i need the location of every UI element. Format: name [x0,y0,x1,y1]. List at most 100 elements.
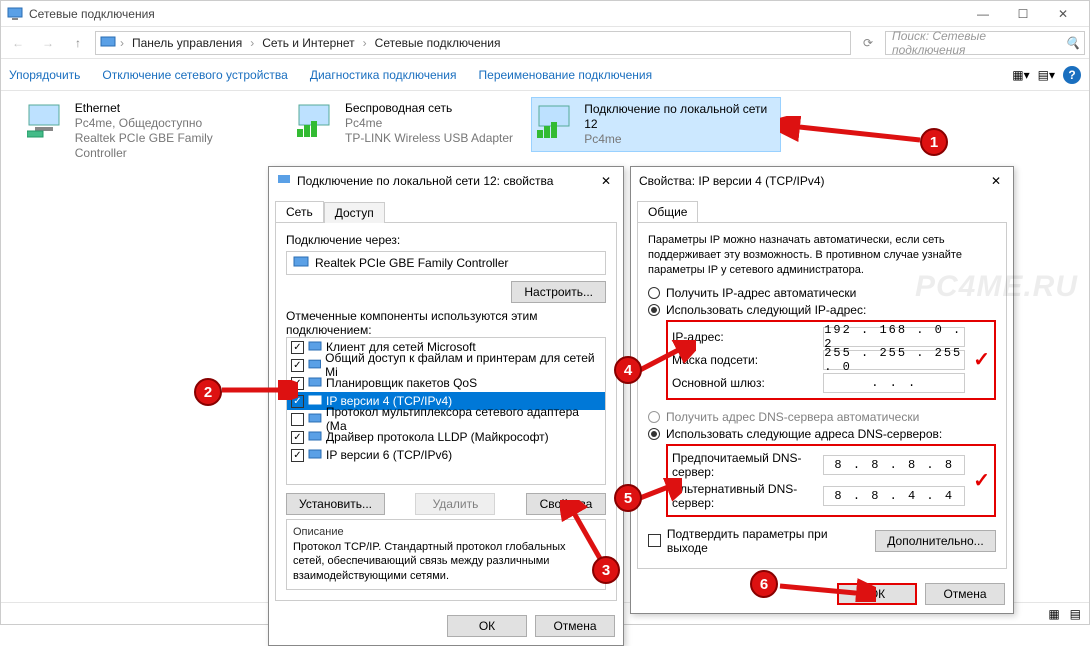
dialog-titlebar: Подключение по локальной сети 12: свойст… [269,167,623,195]
cancel-button[interactable]: Отмена [925,583,1005,605]
annotation-6: 6 [750,570,778,598]
adapter-icon [295,101,339,141]
component-item[interactable]: ✓Общий доступ к файлам и принтерам для с… [287,356,605,374]
tab-access[interactable]: Доступ [324,202,385,223]
arrow-6 [776,578,876,602]
intro-text: Параметры IP можно назначать автоматичес… [648,233,996,278]
refresh-button[interactable]: ⟳ [855,31,881,55]
remove-button: Удалить [415,493,495,515]
back-button[interactable]: ← [5,31,31,55]
install-button[interactable]: Установить... [286,493,385,515]
validate-checkbox[interactable] [648,534,661,547]
connection-device: TP-LINK Wireless USB Adapter [345,131,513,146]
network-icon [100,35,116,51]
close-button[interactable]: ✕ [987,172,1005,190]
connection-status: Pc4me [345,116,513,131]
component-checkbox[interactable]: ✓ [291,359,304,372]
diagnose[interactable]: Диагностика подключения [310,68,457,82]
dns2-label: Альтернативный DNS-сервер: [672,482,817,510]
view-large-icon[interactable]: ▦▾ [1012,68,1029,82]
organize-menu[interactable]: Упорядочить [9,68,80,82]
maximize-button[interactable]: ☐ [1003,2,1043,26]
forward-button[interactable]: → [35,31,61,55]
subnet-mask-input[interactable]: 255 . 255 . 255 . 0 [823,350,965,370]
arrow-2 [218,380,298,400]
view-icon[interactable]: ▤ [1070,607,1081,621]
description-label: Описание [293,526,599,538]
auto-ip-label: Получить IP-адрес автоматически [666,286,856,300]
chevron-right-icon: › [363,36,367,50]
arrow-1 [780,116,930,150]
component-checkbox[interactable]: ✓ [291,431,304,444]
component-label: Драйвер протокола LLDP (Майкрософт) [326,430,549,444]
connection-properties-dialog: Подключение по локальной сети 12: свойст… [268,166,624,646]
breadcrumb[interactable]: › Панель управления › Сеть и Интернет › … [95,31,851,55]
component-icon [308,394,322,408]
adapter-box: Realtek PCIe GBE Family Controller [286,251,606,275]
dns2-input[interactable]: 8 . 8 . 4 . 4 [823,486,965,506]
disable-device[interactable]: Отключение сетевого устройства [102,68,287,82]
component-label: IP версии 6 (TCP/IPv6) [326,448,452,462]
crumb-3[interactable]: Сетевые подключения [371,36,505,50]
check-annotation: ✓ [973,347,990,372]
use-ip-label: Использовать следующий IP-адрес: [666,303,866,317]
component-icon [308,340,322,354]
minimize-button[interactable]: — [963,2,1003,26]
view-icon[interactable]: ▦ [1048,607,1059,621]
dns1-input[interactable]: 8 . 8 . 8 . 8 [823,455,965,475]
connection-wifi[interactable]: Беспроводная сеть Pc4me TP-LINK Wireless… [291,97,541,150]
component-item[interactable]: Протокол мультиплексора сетевого адаптер… [287,410,605,428]
connection-name: Беспроводная сеть [345,101,513,116]
advanced-button[interactable]: Дополнительно... [875,530,996,552]
ipv4-properties-dialog: Свойства: IP версии 4 (TCP/IPv4) ✕ Общие… [630,166,1014,614]
component-icon [308,358,322,372]
tab-general[interactable]: Общие [637,201,698,222]
crumb-2[interactable]: Сеть и Интернет [258,36,358,50]
description-text: Протокол TCP/IP. Стандартный протокол гл… [293,540,599,583]
annotation-5: 5 [614,484,642,512]
cancel-button[interactable]: Отмена [535,615,615,637]
connection-lan12[interactable]: Подключение по локальной сети 12 Pc4me [531,97,781,152]
radio-auto-ip[interactable] [648,287,660,299]
connection-name: Подключение по локальной сети 12 [584,102,776,132]
close-button[interactable]: ✕ [597,172,615,190]
up-button[interactable]: ↑ [65,31,91,55]
component-checkbox[interactable] [291,413,304,426]
help-button[interactable]: ? [1063,66,1081,84]
command-bar: Упорядочить Отключение сетевого устройст… [1,59,1089,91]
view-details-icon[interactable]: ▤▾ [1038,68,1055,82]
adapter-icon [536,102,578,142]
close-button[interactable]: ✕ [1043,2,1083,26]
component-label: Планировщик пакетов QoS [326,376,477,390]
component-checkbox[interactable]: ✓ [291,449,304,462]
components-list[interactable]: ✓Клиент для сетей Microsoft✓Общий доступ… [286,337,606,485]
titlebar: Сетевые подключения — ☐ ✕ [1,1,1089,27]
gateway-input[interactable]: . . . [823,373,965,393]
window-title: Сетевые подключения [29,7,963,21]
search-placeholder: Поиск: Сетевые подключения [892,29,1062,57]
components-label: Отмеченные компоненты используются этим … [286,309,606,337]
component-item[interactable]: ✓ IP версии 6 (TCP/IPv6) [287,446,605,464]
component-icon [308,376,322,390]
component-label: Протокол мультиплексора сетевого адаптер… [326,405,601,433]
configure-button[interactable]: Настроить... [511,281,606,303]
component-checkbox[interactable]: ✓ [291,341,304,354]
adapter-name: Realtek PCIe GBE Family Controller [315,256,508,270]
ok-button[interactable]: ОК [447,615,527,637]
radio-use-dns[interactable] [648,428,660,440]
view-options: ▦▾ ▤▾ ? [1012,66,1081,84]
crumb-1[interactable]: Панель управления [128,36,246,50]
annotation-1: 1 [920,128,948,156]
use-dns-label: Использовать следующие адреса DNS-сервер… [666,427,942,441]
adapter-icon [277,174,291,188]
component-icon [308,412,322,426]
connect-via-label: Подключение через: [286,233,606,247]
radio-use-ip[interactable] [648,304,660,316]
chevron-right-icon: › [120,36,124,50]
tab-network[interactable]: Сеть [275,201,324,222]
rename[interactable]: Переименование подключения [479,68,653,82]
ip-address-input[interactable]: 192 . 168 . 0 . 2 [823,327,965,347]
connection-ethernet[interactable]: Ethernet Pc4me, Общедоступно Realtek PCI… [21,97,271,165]
search-input[interactable]: Поиск: Сетевые подключения 🔍 [885,31,1085,55]
dialog-title: Подключение по локальной сети 12: свойст… [297,174,591,188]
